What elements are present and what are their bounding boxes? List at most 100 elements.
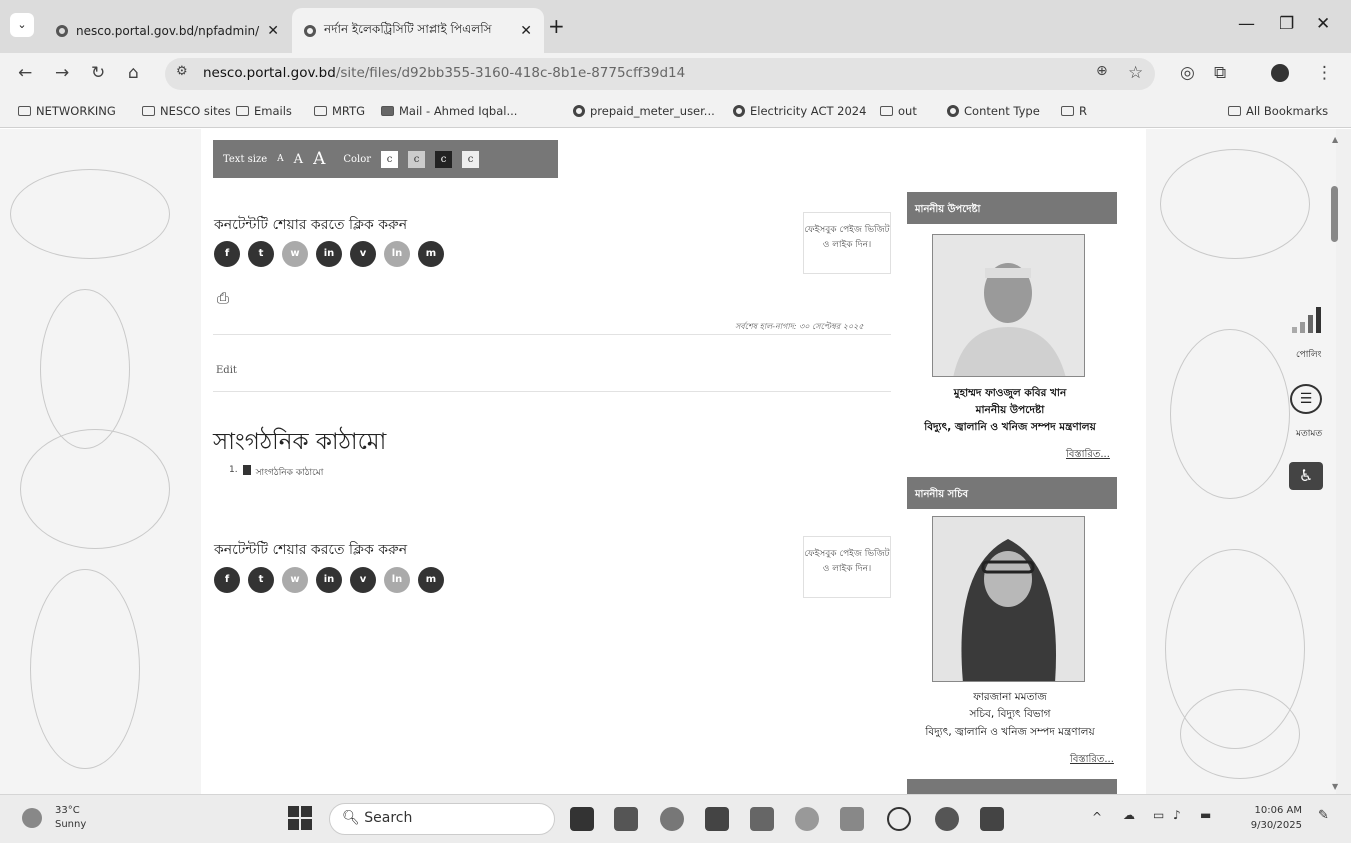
scroll-up-icon[interactable]: ▲ [1332,135,1338,144]
text-size-large-button[interactable]: A [313,149,325,169]
bookmark-out[interactable]: out [880,104,917,118]
volume-icon[interactable]: ♪ [1173,808,1181,822]
file-list-item[interactable]: 1. সাংগঠনিক কাঠামো [229,465,323,480]
facebook-page-box[interactable]: ফেইসবুক পেইজ ভিজিট ও লাইক দিন। [803,212,891,274]
facebook-page-box[interactable]: ফেইসবুক পেইজ ভিজিট ও লাইক দিন। [803,536,891,598]
bookmark-prepaid[interactable]: prepaid_meter_user... [573,104,715,118]
bookmark-star-icon[interactable]: ☆ [1128,63,1143,83]
forward-icon[interactable]: → [55,63,69,83]
color-white-button[interactable]: c [381,150,399,168]
close-tab-icon[interactable]: ✕ [520,23,532,39]
file-explorer-icon[interactable] [614,807,638,831]
minimize-icon[interactable]: — [1238,14,1255,34]
linkedin-icon[interactable]: in [316,567,342,593]
mail-icon [381,106,394,116]
bookmark-electricity-act[interactable]: Electricity ACT 2024 [733,104,866,118]
tab-nesco-active[interactable]: নর্দান ইলেকট্রিসিটি সাপ্লাই পিএলসি ✕ [292,8,544,53]
poll-label[interactable]: পোলিং [1296,347,1322,362]
edit-link[interactable]: Edit [216,365,237,376]
linkedin-icon[interactable]: in [316,241,342,267]
poll-icon[interactable] [1290,305,1324,335]
advisor-name: মুহাম্মদ ফাওজুল কবির খান [953,387,1067,399]
advisor-photo [932,234,1085,377]
color-light-button[interactable]: c [462,150,480,168]
color-gray-button[interactable]: c [408,150,426,168]
menu-dots-icon[interactable]: ⋮ [1316,63,1333,83]
site-info-icon[interactable]: ⚙ [176,64,188,79]
globe-icon [573,105,585,117]
store-icon[interactable] [705,807,729,831]
secretary-heading: মাননীয় সচিব [907,477,1117,509]
link-icon[interactable]: ln [384,567,410,593]
clock[interactable]: 10:06 AM 9/30/2025 [1236,803,1302,833]
whatsapp-icon[interactable]: w [282,241,308,267]
back-icon[interactable]: ← [18,63,32,83]
all-bookmarks[interactable]: All Bookmarks [1228,104,1328,118]
twitter-icon[interactable]: t [248,241,274,267]
tray-chevron-icon[interactable]: ^ [1092,810,1102,824]
bookmark-mrtg[interactable]: MRTG [314,104,365,118]
weather-icon[interactable] [22,808,42,828]
bookmark-mail[interactable]: Mail - Ahmed Iqbal... [381,104,517,118]
chrome-icon[interactable] [660,807,684,831]
profile-avatar[interactable] [1271,64,1289,82]
color-black-button[interactable]: c [435,150,453,168]
tab-search-button[interactable]: ⌄ [10,13,34,37]
chrome-active-icon[interactable] [935,807,959,831]
bookmark-nesco-sites[interactable]: NESCO sites [142,104,231,118]
scrollbar[interactable] [1336,129,1351,794]
start-windows-icon[interactable] [288,806,312,830]
network-icon[interactable]: ▭ [1153,808,1164,822]
close-window-icon[interactable]: ✕ [1316,14,1330,34]
print-icon[interactable]: ⎙ [217,289,229,307]
taskbar-search[interactable]: 🔍︎ Search [329,803,555,835]
bookmark-content-type[interactable]: Content Type [947,104,1040,118]
extension-icon[interactable]: ◎ [1180,63,1195,83]
notification-icon[interactable]: ✎ [1318,808,1329,823]
battery-icon[interactable]: ▬ [1200,808,1211,822]
facebook-icon[interactable]: f [214,567,240,593]
share-icons: f t w in v ln m [214,567,444,593]
file-link[interactable]: সাংগঠনিক কাঠামো [256,465,324,480]
twitter-icon[interactable]: t [248,567,274,593]
word-icon[interactable] [980,807,1004,831]
app-icon[interactable] [795,807,819,831]
weather-widget[interactable]: 33°C Sunny [55,804,86,832]
bookmark-r[interactable]: R [1061,104,1087,118]
viber-icon[interactable]: v [350,567,376,593]
bookmark-label: out [898,104,917,118]
bookmark-networking[interactable]: NETWORKING [18,104,116,118]
text-size-medium-button[interactable]: A [294,152,303,167]
text-size-small-button[interactable]: A [277,154,284,164]
feedback-icon[interactable]: ☰ [1290,384,1322,414]
feedback-label[interactable]: মতামত [1296,426,1322,441]
scroll-down-icon[interactable]: ▼ [1332,782,1338,791]
taskbar-app-icon[interactable] [570,807,594,831]
zoom-icon[interactable]: ⊕ [1096,63,1108,79]
close-tab-icon[interactable]: ✕ [267,23,279,39]
url-text[interactable]: nesco.portal.gov.bd/site/files/d92bb355-… [203,65,685,81]
messenger-icon[interactable]: m [418,567,444,593]
facebook-icon[interactable]: f [214,241,240,267]
whatsapp-taskbar-icon[interactable] [887,807,911,831]
link-icon[interactable]: ln [384,241,410,267]
home-icon[interactable]: ⌂ [128,63,139,83]
extensions-puzzle-icon[interactable]: ⧉ [1214,63,1226,83]
scrollbar-thumb[interactable] [1331,186,1338,242]
new-tab-plus-icon[interactable]: + [548,14,565,38]
restore-icon[interactable]: ❐ [1279,14,1294,34]
bookmark-emails[interactable]: Emails [236,104,292,118]
secretary-more-link[interactable]: বিস্তারিত... [1070,752,1114,769]
app-icon[interactable] [840,807,864,831]
network-app-icon[interactable] [750,807,774,831]
messenger-icon[interactable]: m [418,241,444,267]
tab-title: nesco.portal.gov.bd/npfadmin/ [76,23,260,38]
tab-npfadmin[interactable]: nesco.portal.gov.bd/npfadmin/ ✕ [44,8,290,53]
accessibility-icon[interactable]: ♿ [1289,462,1323,490]
secretary-portrait [933,517,1084,681]
advisor-more-link[interactable]: বিস্তারিত... [1066,447,1110,464]
reload-icon[interactable]: ↻ [91,63,105,83]
viber-icon[interactable]: v [350,241,376,267]
whatsapp-icon[interactable]: w [282,567,308,593]
cloud-icon[interactable]: ☁ [1123,808,1135,822]
